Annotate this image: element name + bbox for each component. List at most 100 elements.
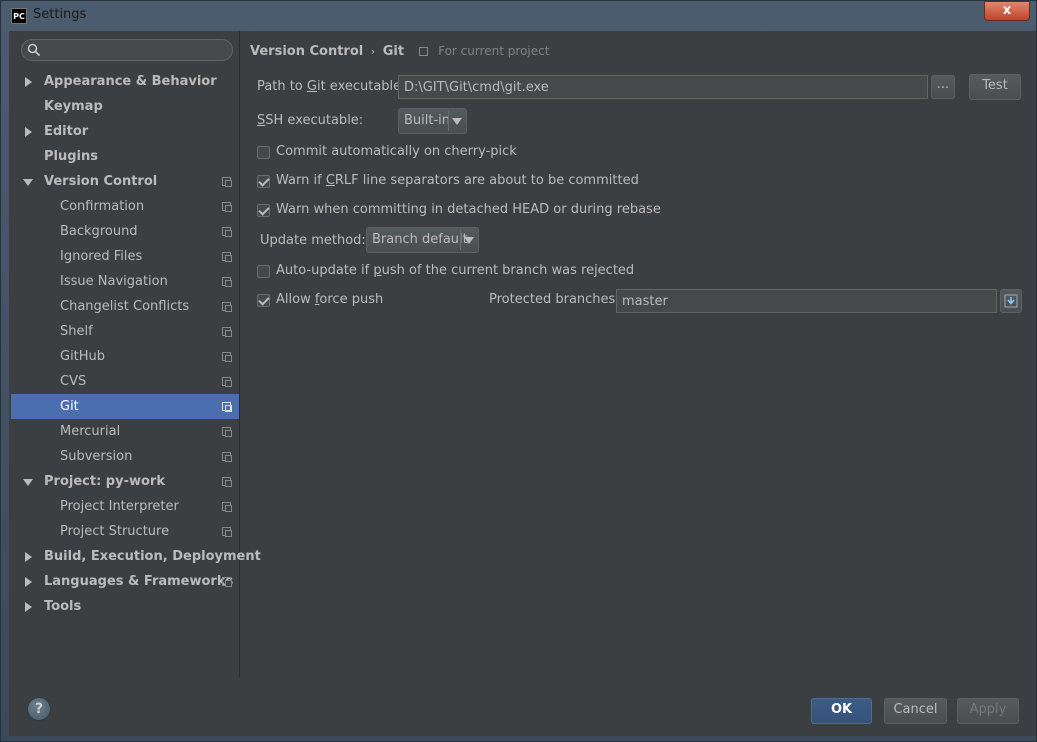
chevron-down-icon bbox=[452, 118, 462, 125]
sidebar-item-background[interactable]: Background bbox=[11, 219, 239, 244]
close-window-button[interactable]: x bbox=[984, 1, 1030, 21]
sidebar-item-label: Tools bbox=[44, 599, 82, 614]
git-path-label-post: it executable: bbox=[316, 79, 406, 94]
sidebar-item-label: Plugins bbox=[44, 149, 98, 164]
test-git-button[interactable]: Test bbox=[969, 74, 1021, 100]
sidebar-item-mercurial[interactable]: Mercurial bbox=[11, 419, 239, 444]
project-scope-icon bbox=[222, 477, 232, 487]
warn-detached-head-checkbox[interactable] bbox=[257, 204, 270, 217]
allow-force-push-label[interactable]: Allow force push bbox=[276, 290, 383, 310]
auto-update-checkbox[interactable] bbox=[257, 265, 270, 278]
breadcrumb-separator: › bbox=[370, 45, 376, 58]
collapsed-arrow-icon[interactable] bbox=[25, 552, 32, 562]
project-scope-icon bbox=[222, 527, 232, 537]
settings-window: PC Settings x Appearance & Behavior Keyma… bbox=[0, 0, 1037, 742]
sidebar-item-issue-navigation[interactable]: Issue Navigation bbox=[11, 269, 239, 294]
update-method-dropdown[interactable]: Branch default bbox=[366, 227, 479, 253]
sidebar-item-label: Git bbox=[60, 399, 79, 414]
sidebar-item-label: Shelf bbox=[60, 324, 93, 339]
expanded-arrow-icon[interactable] bbox=[23, 479, 33, 486]
project-scope-icon bbox=[222, 302, 232, 312]
apply-button[interactable]: Apply bbox=[957, 698, 1019, 724]
auto-update-label-mnemonic: p bbox=[373, 263, 382, 278]
project-scope-icon bbox=[222, 277, 232, 287]
expanded-arrow-icon[interactable] bbox=[23, 179, 33, 186]
protected-branches-input[interactable] bbox=[616, 289, 997, 313]
collapsed-arrow-icon[interactable] bbox=[25, 602, 32, 612]
project-scope-icon bbox=[222, 352, 232, 362]
sidebar-item-github[interactable]: GitHub bbox=[11, 344, 239, 369]
browse-git-path-button[interactable]: ... bbox=[931, 75, 955, 99]
settings-client-area: Appearance & Behavior Keymap Editor Plugins… bbox=[9, 31, 1036, 736]
expand-field-button[interactable] bbox=[1000, 289, 1022, 313]
settings-search-input[interactable] bbox=[44, 42, 224, 58]
sidebar-item-tools[interactable]: Tools bbox=[11, 594, 239, 619]
sidebar-item-label: Project: py-work bbox=[44, 474, 165, 489]
sidebar-item-label: Confirmation bbox=[60, 199, 145, 214]
collapsed-arrow-icon[interactable] bbox=[25, 77, 32, 87]
sidebar-item-ignored-files[interactable]: Ignored Files bbox=[11, 244, 239, 269]
git-path-label-mnemonic: G bbox=[306, 79, 317, 94]
breadcrumb-scope: For current project bbox=[438, 44, 550, 58]
sidebar-item-label: Subversion bbox=[60, 449, 133, 464]
collapsed-arrow-icon[interactable] bbox=[25, 127, 32, 137]
ssh-executable-value: Built-in bbox=[404, 113, 451, 128]
auto-update-label[interactable]: Auto-update if push of the current branc… bbox=[276, 261, 634, 281]
auto-update-label-post: ush of the current branch was rejected bbox=[381, 263, 635, 278]
update-method-value: Branch default bbox=[372, 232, 468, 247]
breadcrumb-parent[interactable]: Version Control bbox=[250, 44, 363, 59]
chevron-down-icon bbox=[464, 237, 474, 244]
help-button[interactable]: ? bbox=[27, 697, 51, 721]
sidebar-item-keymap[interactable]: Keymap bbox=[11, 94, 239, 119]
cancel-button[interactable]: Cancel bbox=[884, 698, 947, 724]
sidebar-item-label: GitHub bbox=[60, 349, 106, 364]
sidebar-item-build-execution-deployment[interactable]: Build, Execution, Deployment bbox=[11, 544, 261, 569]
warn-crlf-label[interactable]: Warn if CRLF line separators are about t… bbox=[276, 171, 639, 191]
sidebar-item-label: Editor bbox=[44, 124, 89, 139]
sidebar-item-languages-frameworks[interactable]: Languages & Frameworks bbox=[11, 569, 239, 594]
sidebar-item-label: Languages & Frameworks bbox=[44, 574, 234, 589]
sidebar-item-label: Version Control bbox=[44, 174, 158, 189]
sidebar-item-label: Mercurial bbox=[60, 424, 121, 439]
warn-crlf-label-mnemonic: C bbox=[325, 173, 335, 188]
sidebar-item-appearance-behavior[interactable]: Appearance & Behavior bbox=[11, 69, 239, 94]
dropdown-divider bbox=[460, 230, 461, 250]
warn-detached-head-label[interactable]: Warn when committing in detached HEAD or… bbox=[276, 200, 661, 220]
allow-force-push-checkbox[interactable] bbox=[257, 294, 270, 307]
sidebar-item-confirmation[interactable]: Confirmation bbox=[11, 194, 239, 219]
sidebar-item-project-py-work[interactable]: Project: py-work bbox=[11, 469, 239, 494]
collapsed-arrow-icon[interactable] bbox=[25, 577, 32, 587]
pycharm-app-icon: PC bbox=[11, 8, 27, 24]
sidebar-item-editor[interactable]: Editor bbox=[11, 119, 239, 144]
sidebar-item-plugins[interactable]: Plugins bbox=[11, 144, 239, 169]
sidebar-item-label: Appearance & Behavior bbox=[44, 74, 217, 89]
git-settings-panel: Version Control › Git For current projec… bbox=[241, 31, 1036, 677]
sidebar-item-label: CVS bbox=[60, 374, 87, 389]
warn-crlf-checkbox[interactable] bbox=[257, 175, 270, 188]
commit-cherry-pick-label[interactable]: Commit automatically on cherry-pick bbox=[276, 142, 517, 162]
sidebar-item-version-control[interactable]: Version Control bbox=[11, 169, 239, 194]
sidebar-item-cvs[interactable]: CVS bbox=[11, 369, 239, 394]
commit-cherry-pick-checkbox[interactable] bbox=[257, 146, 270, 159]
sidebar-item-git[interactable]: Git bbox=[11, 394, 239, 419]
sidebar-item-label: Build, Execution, Deployment bbox=[44, 549, 261, 564]
sidebar-item-subversion[interactable]: Subversion bbox=[11, 444, 239, 469]
ssh-executable-dropdown[interactable]: Built-in bbox=[398, 108, 467, 134]
project-scope-icon bbox=[418, 47, 428, 56]
git-executable-path-input[interactable] bbox=[398, 75, 928, 99]
title-bar[interactable]: PC Settings x bbox=[1, 1, 1036, 31]
project-scope-icon bbox=[222, 577, 232, 587]
sidebar-item-shelf[interactable]: Shelf bbox=[11, 319, 239, 344]
project-scope-icon bbox=[222, 452, 232, 462]
dropdown-divider bbox=[448, 111, 449, 131]
sidebar-item-changelist-conflicts[interactable]: Changelist Conflicts bbox=[11, 294, 239, 319]
project-scope-icon bbox=[222, 402, 232, 412]
sidebar-item-project-structure[interactable]: Project Structure bbox=[11, 519, 239, 544]
sidebar-item-label: Keymap bbox=[44, 99, 103, 114]
project-scope-icon bbox=[222, 327, 232, 337]
project-scope-icon bbox=[222, 202, 232, 212]
sidebar-item-project-interpreter[interactable]: Project Interpreter bbox=[11, 494, 239, 519]
ok-button[interactable]: OK bbox=[811, 698, 872, 724]
breadcrumb: Version Control › Git For current projec… bbox=[250, 42, 549, 60]
settings-search-box[interactable] bbox=[21, 39, 233, 61]
